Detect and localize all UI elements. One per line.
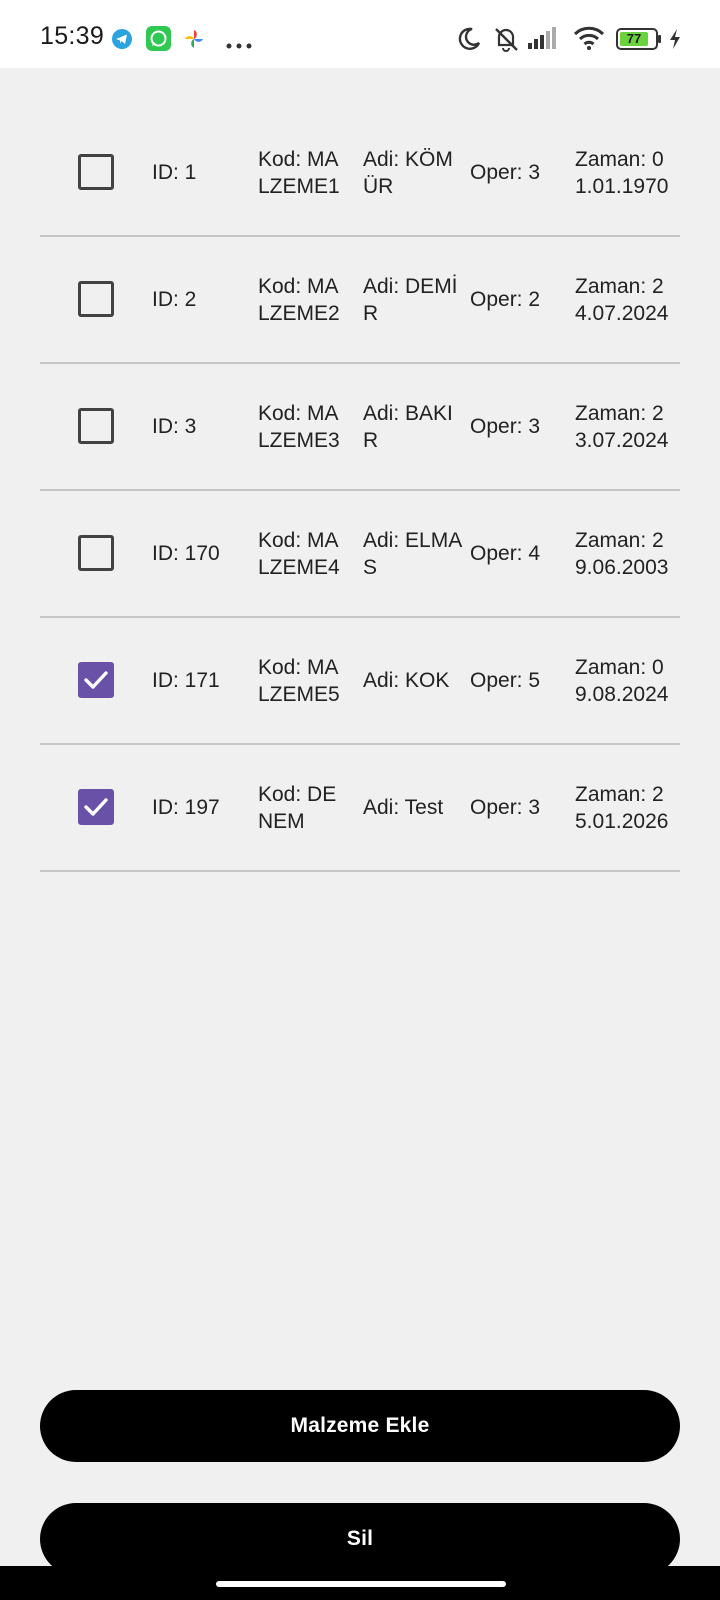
item-zaman: Zaman: 09.08.2024 <box>575 655 669 706</box>
list-item[interactable]: ID: 1 Kod: MALZEME1 Adi: KÖMÜR Oper: 3 Zaman… <box>40 110 680 237</box>
item-id: ID: 2 <box>152 288 197 311</box>
battery-percent: 77 <box>626 31 642 46</box>
item-adi: Adi: Test <box>363 796 444 819</box>
delete-button[interactable]: Sil <box>40 1503 680 1575</box>
item-checkbox[interactable] <box>78 154 114 190</box>
navigation-bar <box>0 1566 720 1600</box>
item-checkbox[interactable] <box>78 662 114 698</box>
item-oper: Oper: 5 <box>470 669 541 692</box>
item-id: ID: 197 <box>152 796 220 819</box>
item-checkbox[interactable] <box>78 281 114 317</box>
item-kod: Kod: MALZEME5 <box>258 655 340 706</box>
item-adi: Adi: DEMİR <box>363 274 458 325</box>
list-item[interactable]: ID: 170 Kod: MALZEME4 Adi: ELMAS Oper: 4 Zam… <box>40 491 680 618</box>
item-oper: Oper: 4 <box>470 542 541 565</box>
status-time: 15:39 <box>40 22 105 50</box>
photos-pinwheel-icon <box>183 28 205 55</box>
item-oper: Oper: 2 <box>470 288 541 311</box>
item-kod: Kod: DENEM <box>258 782 337 833</box>
item-adi: Adi: KÖMÜR <box>363 147 453 198</box>
item-adi: Adi: KOK <box>363 669 450 692</box>
item-checkbox[interactable] <box>78 535 114 571</box>
add-material-button[interactable]: Malzeme Ekle <box>40 1390 680 1462</box>
list-item[interactable]: ID: 2 Kod: MALZEME2 Adi: DEMİR Oper: 2 Zaman… <box>40 237 680 364</box>
signal-icon <box>528 27 556 54</box>
material-list: ID: 1 Kod: MALZEME1 Adi: KÖMÜR Oper: 3 Zaman… <box>40 110 680 872</box>
item-oper: Oper: 3 <box>470 161 541 184</box>
item-oper: Oper: 3 <box>470 796 541 819</box>
item-adi: Adi: BAKIR <box>363 401 453 452</box>
item-kod: Kod: MALZEME3 <box>258 401 340 452</box>
list-item[interactable]: ID: 3 Kod: MALZEME3 Adi: BAKIR Oper: 3 Zaman… <box>40 364 680 491</box>
item-kod: Kod: MALZEME1 <box>258 147 340 198</box>
item-kod: Kod: MALZEME4 <box>258 528 340 579</box>
item-zaman: Zaman: 24.07.2024 <box>575 274 669 325</box>
item-zaman: Zaman: 23.07.2024 <box>575 401 669 452</box>
item-checkbox[interactable] <box>78 789 114 825</box>
checkmark-icon <box>84 798 108 816</box>
item-zaman: Zaman: 29.06.2003 <box>575 528 669 579</box>
bell-off-icon <box>492 25 520 58</box>
list-item[interactable]: ID: 171 Kod: MALZEME5 Adi: KOK Oper: 5 Zaman… <box>40 618 680 745</box>
item-zaman: Zaman: 25.01.2026 <box>575 782 669 833</box>
status-bar: 15:39 77 <box>0 0 720 68</box>
main-content: ID: 1 Kod: MALZEME1 Adi: KÖMÜR Oper: 3 Zaman… <box>0 68 720 1575</box>
list-item[interactable]: ID: 197 Kod: DENEM Adi: Test Oper: 3 Zaman: … <box>40 745 680 872</box>
item-kod: Kod: MALZEME2 <box>258 274 340 325</box>
item-id: ID: 171 <box>152 669 220 692</box>
item-id: ID: 1 <box>152 161 197 184</box>
item-id: ID: 3 <box>152 415 197 438</box>
whatsapp-icon <box>146 26 171 56</box>
item-adi: Adi: ELMAS <box>363 528 463 579</box>
item-checkbox[interactable] <box>78 408 114 444</box>
telegram-icon <box>111 28 133 55</box>
item-id: ID: 170 <box>152 542 220 565</box>
wifi-icon <box>573 26 605 55</box>
more-dots-icon <box>226 36 252 54</box>
item-oper: Oper: 3 <box>470 415 541 438</box>
checkmark-icon <box>84 671 108 689</box>
battery-icon: 77 <box>616 28 662 55</box>
home-indicator[interactable] <box>216 1581 506 1587</box>
moon-icon <box>456 26 482 57</box>
charging-bolt-icon <box>669 29 681 54</box>
item-zaman: Zaman: 01.01.1970 <box>575 147 669 198</box>
